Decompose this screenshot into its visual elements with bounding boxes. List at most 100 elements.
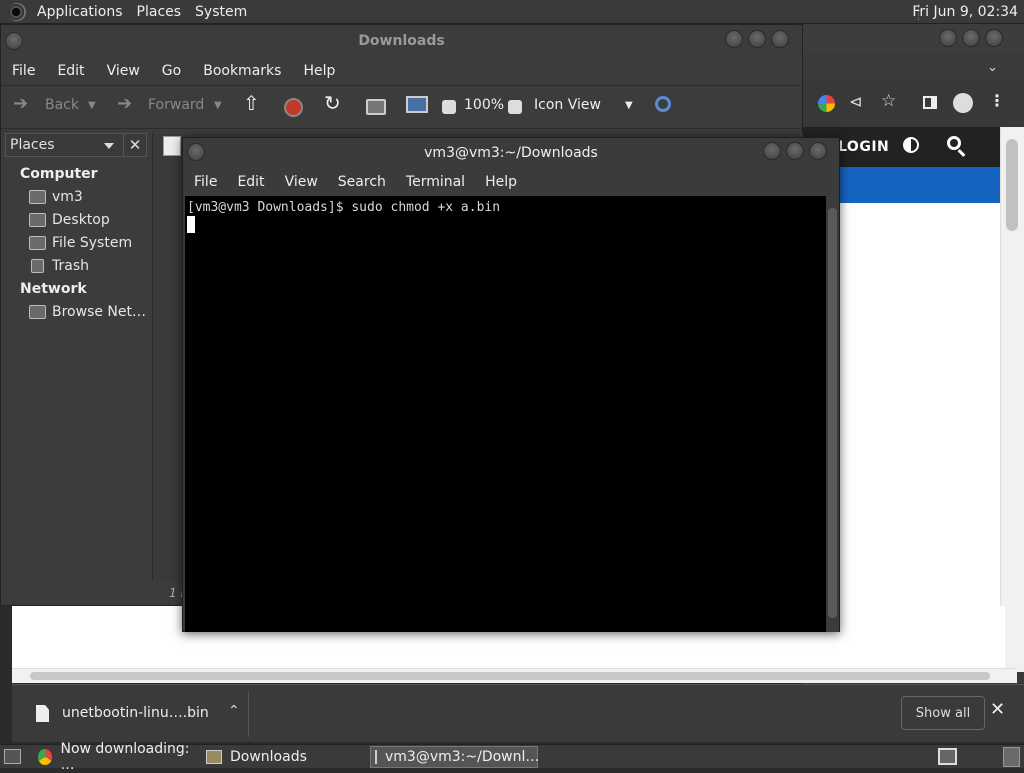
term-menu-search[interactable]: Search (328, 174, 396, 190)
zoom-in-icon[interactable] (508, 100, 522, 114)
forward-arrow-icon[interactable]: ➔ (117, 93, 132, 114)
terminal-cursor (187, 216, 195, 233)
page-scrollbar[interactable] (1000, 127, 1024, 672)
stop-icon[interactable] (284, 98, 303, 117)
login-link[interactable]: LOGIN (838, 139, 889, 155)
page-scrollbar-thumb[interactable] (1006, 139, 1018, 231)
terminal-maximize-button[interactable] (786, 142, 804, 160)
page-horizontal-scrollbar[interactable] (12, 668, 1017, 683)
fm-menu-help[interactable]: Help (292, 63, 346, 79)
drive-icon (29, 236, 46, 250)
back-history-dropdown-icon[interactable]: ▼ (88, 100, 96, 111)
up-arrow-icon[interactable]: ⇧ (243, 91, 260, 115)
term-menu-file[interactable]: File (184, 174, 227, 190)
window-menu-button[interactable] (5, 32, 23, 50)
sidebar-item-desktop[interactable]: Desktop (29, 212, 110, 228)
chrome-toolbar: ⊲ ☆ ⋮ (803, 79, 1024, 127)
view-mode-dropdown-icon[interactable]: ▼ (625, 100, 633, 111)
trash-applet-icon[interactable] (1003, 747, 1020, 767)
text-file-icon[interactable] (163, 136, 181, 156)
sidebar-item-label: vm3 (52, 189, 83, 205)
close-icon[interactable]: ✕ (990, 699, 1005, 720)
reload-icon[interactable]: ↻ (324, 91, 341, 115)
terminal-scrollbar-thumb[interactable] (828, 208, 837, 618)
clock[interactable]: Fri Jun 9, 02:34 (912, 0, 1018, 24)
menu-applications[interactable]: Applications (30, 0, 130, 24)
chrome-minimize-button[interactable] (939, 29, 957, 47)
show-all-button[interactable]: Show all (901, 696, 985, 730)
term-menu-help[interactable]: Help (475, 174, 527, 190)
sidepanel-icon[interactable] (923, 96, 937, 109)
download-item[interactable]: unetbootin-linu….bin ⌃ (22, 691, 250, 737)
terminal-minimize-button[interactable] (763, 142, 781, 160)
forward-button[interactable]: Forward (148, 97, 204, 113)
terminal-screen[interactable]: [vm3@vm3 Downloads]$ sudo chmod +x a.bin (185, 196, 826, 632)
forward-history-dropdown-icon[interactable]: ▼ (214, 100, 222, 111)
fm-menu-bookmarks[interactable]: Bookmarks (192, 63, 292, 79)
sidebar-item-trash[interactable]: Trash (29, 258, 89, 274)
sidebar-close-icon[interactable]: ✕ (123, 133, 147, 157)
folder-icon (206, 750, 222, 764)
task-label: Downloads (230, 749, 307, 765)
sidebar-item-vm3[interactable]: vm3 (29, 189, 83, 205)
menu-system[interactable]: System (188, 0, 254, 24)
task-terminal[interactable]: vm3@vm3:~/Downl… (370, 746, 540, 768)
back-button[interactable]: Back (45, 97, 79, 113)
search-icon[interactable] (947, 136, 961, 150)
terminal-menubar: File Edit View Search Terminal Help (183, 169, 839, 195)
fm-menu-go[interactable]: Go (151, 63, 192, 79)
term-menu-edit[interactable]: Edit (227, 174, 274, 190)
sidebar-item-browse-network[interactable]: Browse Net… (29, 304, 146, 320)
task-downloads[interactable]: Downloads (202, 746, 366, 768)
top-panel: Applications Places System Fri Jun 9, 02… (0, 0, 1024, 24)
show-desktop-icon[interactable] (4, 749, 21, 764)
bottom-taskbar: Now downloading: … Downloads vm3@vm3:~/D… (0, 741, 1024, 773)
terminal-close-button[interactable] (809, 142, 827, 160)
fm-minimize-button[interactable] (725, 30, 743, 48)
horizontal-scrollbar-thumb[interactable] (30, 672, 990, 680)
terminal-window-menu-button[interactable] (187, 143, 205, 161)
file-manager-sidebar: Computer vm3 Desktop File System Trash N… (5, 159, 151, 605)
chrome-close-button[interactable] (985, 29, 1003, 47)
google-icon[interactable] (818, 95, 835, 112)
chevron-up-icon[interactable]: ⌃ (228, 703, 240, 719)
fm-close-button[interactable] (771, 30, 789, 48)
share-icon[interactable]: ⊲ (849, 92, 862, 111)
back-arrow-icon[interactable]: ➔ (13, 93, 28, 114)
file-manager-toolbar: ➔ Back ▼ ➔ Forward ▼ ⇧ ↻ 100% Icon View … (1, 85, 802, 129)
task-chrome[interactable]: Now downloading: … (34, 741, 194, 773)
more-menu-icon[interactable]: ⋮ (989, 91, 1005, 110)
workspace-switcher-icon[interactable] (938, 748, 957, 765)
home-folder-icon (29, 190, 46, 204)
profile-avatar-icon[interactable] (953, 93, 973, 113)
fm-menu-view[interactable]: View (96, 63, 151, 79)
network-icon (29, 305, 46, 319)
download-shelf: unetbootin-linu….bin ⌃ Show all ✕ (12, 684, 1024, 742)
fm-maximize-button[interactable] (748, 30, 766, 48)
contrast-icon[interactable] (903, 137, 919, 153)
download-divider (248, 691, 249, 737)
zoom-out-icon[interactable] (442, 100, 456, 114)
sidebar-item-label: Browse Net… (52, 304, 147, 320)
term-menu-view[interactable]: View (275, 174, 328, 190)
terminal-scrollbar[interactable] (826, 196, 839, 632)
sidebar-item-file-system[interactable]: File System (29, 235, 132, 251)
file-manager-menubar: File Edit View Go Bookmarks Help (1, 58, 802, 84)
fm-menu-edit[interactable]: Edit (46, 63, 95, 79)
trash-icon (31, 259, 44, 273)
task-label: Now downloading: … (60, 741, 190, 773)
view-mode-select[interactable]: Icon View (534, 97, 601, 113)
chevron-down-icon[interactable]: ⌄ (987, 60, 998, 75)
fm-menu-file[interactable]: File (1, 63, 46, 79)
computer-icon[interactable] (406, 96, 428, 113)
chrome-maximize-button[interactable] (962, 29, 980, 47)
menu-places[interactable]: Places (130, 0, 189, 24)
bookmark-star-icon[interactable]: ☆ (881, 91, 896, 111)
task-label: vm3@vm3:~/Downl… (385, 749, 540, 765)
search-icon[interactable] (655, 96, 671, 112)
home-folder-icon[interactable] (366, 99, 386, 115)
term-menu-terminal[interactable]: Terminal (396, 174, 475, 190)
desktop-folder-icon (29, 213, 46, 227)
terminal-icon (375, 750, 377, 764)
distro-logo-icon[interactable] (8, 2, 26, 21)
